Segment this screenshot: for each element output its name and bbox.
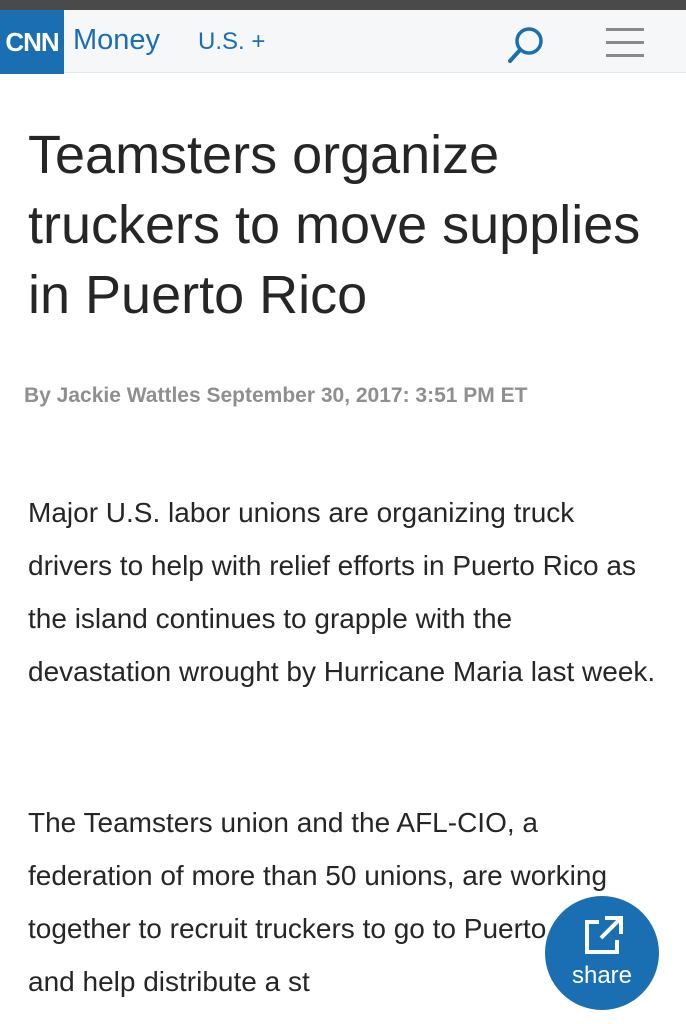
- money-brand-link[interactable]: Money: [73, 24, 160, 57]
- top-status-strip: [0, 0, 686, 10]
- share-label: share: [571, 962, 633, 989]
- article-headline: Teamsters organize truckers to move supp…: [28, 125, 641, 325]
- article-byline: By Jackie Wattles September 30, 2017: 3:…: [24, 384, 528, 407]
- share-button[interactable]: share: [545, 896, 659, 1010]
- section-menu-us[interactable]: U.S. +: [198, 28, 265, 56]
- share-external-icon: [579, 912, 627, 960]
- search-icon[interactable]: [505, 24, 547, 66]
- site-header: CNN Money U.S. +: [0, 10, 686, 74]
- hamburger-menu-icon[interactable]: [606, 28, 644, 62]
- cnn-logo[interactable]: CNN: [0, 10, 64, 74]
- article-paragraph: Major U.S. labor unions are organizing t…: [28, 497, 656, 687]
